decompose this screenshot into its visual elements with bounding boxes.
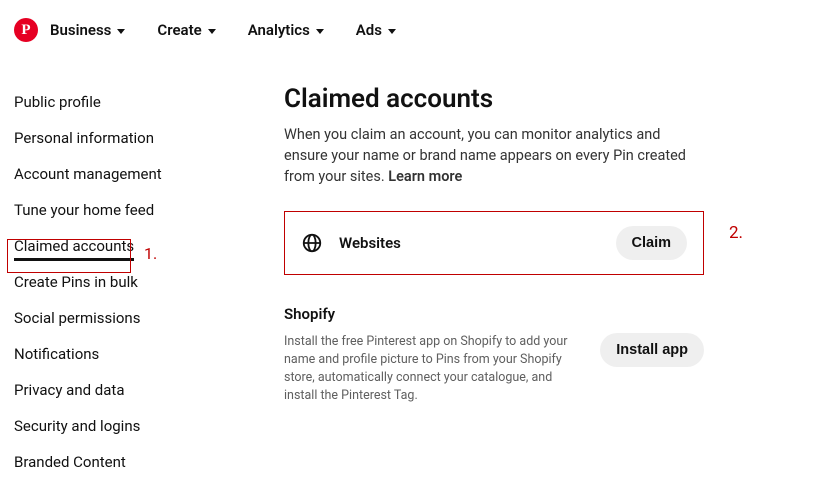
pinterest-logo-icon[interactable]: P <box>14 18 38 42</box>
sidebar-item-personal-information[interactable]: Personal information <box>14 120 244 156</box>
nav-ads[interactable]: Ads <box>356 21 396 39</box>
claim-button[interactable]: Claim <box>616 226 688 260</box>
sidebar-item-create-pins-bulk[interactable]: Create Pins in bulk <box>14 264 244 300</box>
sidebar-item-privacy-data[interactable]: Privacy and data <box>14 372 244 408</box>
chevron-down-icon <box>316 29 324 34</box>
nav-label: Analytics <box>248 21 310 39</box>
sidebar-item-social-permissions[interactable]: Social permissions <box>14 300 244 336</box>
main-content: Claimed accounts When you claim an accou… <box>284 84 818 480</box>
nav-analytics[interactable]: Analytics <box>248 21 324 39</box>
page-description: When you claim an account, you can monit… <box>284 124 704 187</box>
sidebar-item-claimed-accounts[interactable]: Claimed accounts <box>14 228 244 264</box>
websites-label: Websites <box>339 234 600 252</box>
nav-business[interactable]: Business <box>50 21 125 39</box>
nav-label: Create <box>157 21 201 39</box>
sidebar-item-tune-home-feed[interactable]: Tune your home feed <box>14 192 244 228</box>
nav-create[interactable]: Create <box>157 21 215 39</box>
nav-label: Ads <box>356 21 382 39</box>
top-nav: P Business Create Analytics Ads <box>0 0 832 52</box>
annotation-label-2: 2. <box>729 223 743 243</box>
chevron-down-icon <box>388 29 396 34</box>
sidebar-item-branded-content[interactable]: Branded Content <box>14 444 244 480</box>
sidebar-item-account-management[interactable]: Account management <box>14 156 244 192</box>
websites-card: Websites Claim <box>284 211 704 275</box>
chevron-down-icon <box>117 29 125 34</box>
nav-label: Business <box>50 21 111 39</box>
shopify-title: Shopify <box>284 305 704 323</box>
shopify-description: Install the free Pinterest app on Shopif… <box>284 333 580 406</box>
shopify-section: Shopify Install the free Pinterest app o… <box>284 305 704 406</box>
sidebar-item-public-profile[interactable]: Public profile <box>14 84 244 120</box>
chevron-down-icon <box>208 29 216 34</box>
sidebar-item-notifications[interactable]: Notifications <box>14 336 244 372</box>
globe-icon <box>301 232 323 254</box>
learn-more-link[interactable]: Learn more <box>388 168 462 185</box>
page-title: Claimed accounts <box>284 84 788 114</box>
install-app-button[interactable]: Install app <box>600 333 704 367</box>
sidebar-item-security-logins[interactable]: Security and logins <box>14 408 244 444</box>
settings-sidebar: Public profile Personal information Acco… <box>14 84 244 480</box>
